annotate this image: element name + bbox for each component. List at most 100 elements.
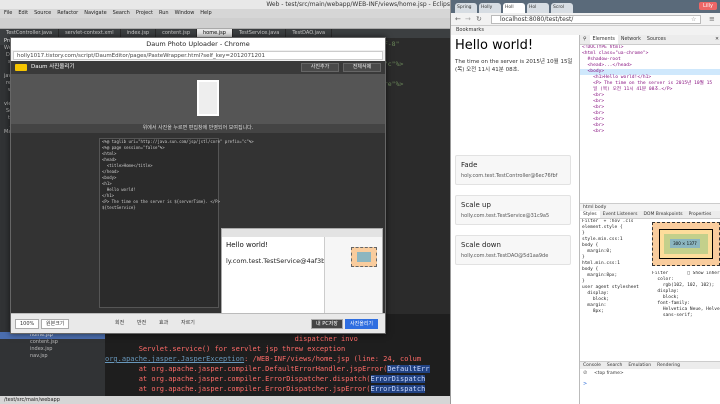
menu-item[interactable]: Window	[175, 9, 195, 18]
prompt-icon: >	[583, 381, 588, 387]
console-link[interactable]: ErrorDispatch	[370, 385, 426, 393]
styles-subtab[interactable]: DOM Breakpoints	[640, 211, 685, 218]
uploader-caption: 위에서 사진을 누르면 편집창에 반영되어 보여집니다.	[11, 124, 385, 133]
screenshot-eclipse: <%@ taglib uri="http://java.sun.com/jsp/…	[99, 138, 254, 308]
thumbnail-strip	[11, 74, 385, 124]
dom-tree[interactable]: <!DOCTYPE html> <html class="ua-chrome"> …	[580, 45, 720, 203]
chrome-tab[interactable]: Holly	[479, 3, 501, 13]
close-icon[interactable]: ✕	[712, 35, 720, 44]
computed-line: sans-serif;	[652, 313, 693, 318]
upload-photo-button[interactable]: 사진올리기	[345, 319, 379, 329]
styles-subtab[interactable]: Event Listeners	[600, 211, 641, 218]
card-title: Scale up	[461, 201, 491, 209]
computed-pane[interactable]: Filter □ Show inherited color: rgb(102, …	[652, 271, 720, 361]
styles-pane[interactable]: Filter + :hov .cls element.style {} style.…	[580, 219, 650, 359]
menu-item[interactable]: File	[4, 9, 12, 18]
effect-button[interactable]: 효과	[155, 319, 172, 329]
menu-item[interactable]: Edit	[18, 9, 28, 18]
file-item[interactable]: content.jsp	[0, 339, 105, 346]
photo-uploader-window: Daum Photo Uploader - Chrome holly1017.t…	[10, 37, 386, 334]
fade-card[interactable]: Fade holy.com.test.TestController@6ec76f…	[455, 155, 571, 185]
devtools-tabs: ⚲ Elements Network Sources ✕	[580, 35, 720, 45]
menu-item[interactable]: Help	[200, 9, 211, 18]
clear-console-icon[interactable]: ⊘	[583, 370, 587, 376]
inner-code-line: ${testService}	[102, 205, 136, 210]
screenshot-box-model	[351, 247, 377, 267]
menu-item[interactable]: Source	[34, 9, 51, 18]
chrome-user-badge[interactable]: Lilly	[699, 2, 717, 10]
screenshot-chrome: Hello world! ly.com.test.TestService@4af…	[221, 228, 383, 314]
inspect-icon[interactable]: ⚲	[580, 35, 590, 44]
dom-breadcrumb[interactable]: html body	[580, 203, 720, 211]
uploader-title: Daum Photo Uploader - Chrome	[11, 38, 385, 50]
console-link[interactable]: DefaultErr	[387, 365, 430, 373]
frame-selector[interactable]: <top frame>	[594, 371, 624, 376]
flip-button[interactable]: 반전	[133, 319, 150, 329]
console-link[interactable]: ErrorDispatch	[370, 375, 426, 383]
screenshot-box-inner	[357, 252, 371, 262]
drawer-tab[interactable]: Rendering	[654, 362, 683, 369]
menu-item[interactable]: Search	[113, 9, 130, 18]
address-bar[interactable]: localhost:8080/test/test/	[491, 15, 701, 24]
styles-subtab[interactable]: Properties	[686, 211, 715, 218]
console-text: at org.apache.jasper.compiler.ErrorDispa…	[105, 385, 371, 393]
console-text: Servlet.service() for servlet jsp threw …	[105, 345, 346, 353]
menu-icon[interactable]: ≡	[709, 15, 715, 23]
styles-subtab[interactable]: Styles	[580, 211, 600, 218]
scale-down-card[interactable]: Scale down holly.com.test.TestDAO@5d1aa9…	[455, 235, 571, 265]
reload-icon[interactable]: ↻	[476, 15, 482, 24]
styles-subtabs: Styles Event Listeners DOM Breakpoints Prop…	[580, 211, 720, 219]
back-icon[interactable]: ←	[455, 15, 461, 24]
menu-item[interactable]: Run	[159, 9, 169, 18]
add-photo-button[interactable]: 사진추가	[301, 63, 339, 72]
console-line: dispatcher invo	[105, 334, 450, 344]
thumbnail[interactable]	[197, 80, 219, 116]
chrome-nav-bar: ← → ↻ localhost:8080/test/test/ ☆ ≡	[451, 13, 720, 26]
screenshot-hello: Hello world!	[226, 241, 269, 249]
original-size-button[interactable]: 원본크기	[41, 319, 70, 329]
drawer-tab[interactable]: Console	[580, 362, 604, 369]
menu-item[interactable]: Navigate	[84, 9, 106, 18]
exception-link[interactable]: org.apache.jasper.JasperException	[105, 355, 244, 363]
scale-up-card[interactable]: Scale up holly.com.test.TestService@31c9…	[455, 195, 571, 225]
menu-item[interactable]: Project	[136, 9, 153, 18]
screenshot-service: ly.com.test.TestService@4af3b9a8	[226, 257, 338, 265]
tab-sources[interactable]: Sources	[644, 35, 669, 44]
status-bar: /test/src/main/webapp	[0, 396, 450, 404]
tab-elements[interactable]: Elements	[589, 35, 618, 44]
console-text: dispatcher invo	[105, 335, 358, 343]
rotate-button[interactable]: 회전	[111, 319, 128, 329]
zoom-select[interactable]: 100%	[15, 319, 40, 329]
uploader-url[interactable]: holly1017.tistory.com/script/DaumEditor/…	[13, 51, 383, 60]
dom-node[interactable]: <br>	[580, 129, 720, 135]
menu-item[interactable]: Refactor	[57, 9, 78, 18]
console-line: org.apache.jasper.JasperException: /WEB-…	[105, 354, 450, 364]
bookmarks-bar[interactable]: Bookmarks	[451, 26, 720, 35]
chrome-tab[interactable]: Hol	[527, 3, 549, 13]
console-text: : /WEB-INF/views/home.jsp (line: 24, col…	[244, 355, 422, 363]
card-subtitle: holly.com.test.TestService@31c9a5	[461, 213, 550, 219]
crop-button[interactable]: 자르기	[177, 319, 199, 329]
page-heading: Hello world!	[455, 38, 534, 53]
star-icon[interactable]: ☆	[691, 16, 696, 23]
tab-network[interactable]: Network	[618, 35, 644, 44]
delete-all-button[interactable]: 전체삭제	[343, 63, 381, 72]
drawer-tab[interactable]: Emulation	[625, 362, 654, 369]
save-to-pc-button[interactable]: 내 PC저장	[311, 319, 343, 329]
file-item[interactable]: nav.jsp	[0, 353, 105, 360]
drawer-tab[interactable]: Search	[604, 362, 625, 369]
box-model-content: 300 × 1377	[670, 239, 700, 248]
chrome-tab[interactable]: Spring	[455, 3, 477, 13]
page-viewport: Hello world! The time on the server is 2…	[451, 35, 579, 404]
chrome-tab[interactable]: Scrol	[551, 3, 573, 13]
console-line: Servlet.service() for servlet jsp threw …	[105, 344, 450, 354]
file-item[interactable]: index.jsp	[0, 346, 105, 353]
console-line: at org.apache.jasper.compiler.DefaultErr…	[105, 364, 450, 374]
console-drawer[interactable]: ⊘ <top frame> >	[580, 369, 720, 404]
box-model-border: 300 × 1377	[659, 229, 713, 259]
chrome-tab[interactable]: Holl	[503, 3, 525, 13]
chrome-tab-strip: Spring Holly Holl Hol Scrol Lilly	[451, 0, 720, 13]
forward-icon[interactable]: →	[465, 15, 471, 24]
card-title: Fade	[461, 161, 478, 169]
uploader-logo: Daum 사진올리기	[31, 64, 75, 70]
